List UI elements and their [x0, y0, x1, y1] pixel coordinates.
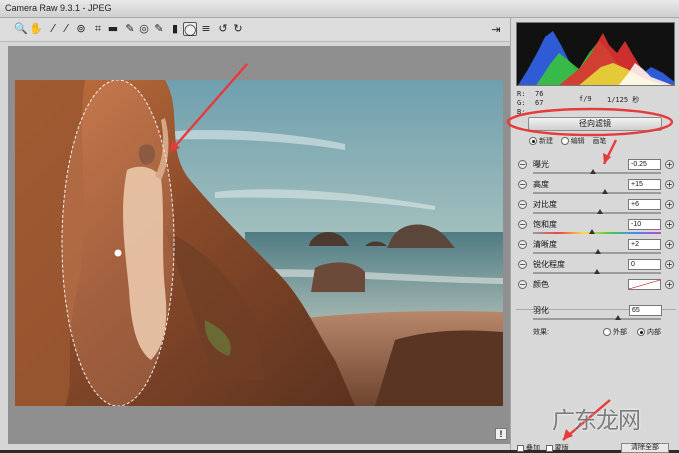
annotation-arrow [169, 63, 248, 153]
annotation-ellipse [506, 107, 674, 137]
site-watermark: 广东龙网 [552, 408, 641, 434]
annotation-overlay [169, 63, 674, 441]
camera-raw-window: Camera Raw 9.3.1 - JPEG 🔍 ✋ ⁄ ⁄ ⊚ ⌗ ▬ ✎ … [0, 0, 679, 453]
